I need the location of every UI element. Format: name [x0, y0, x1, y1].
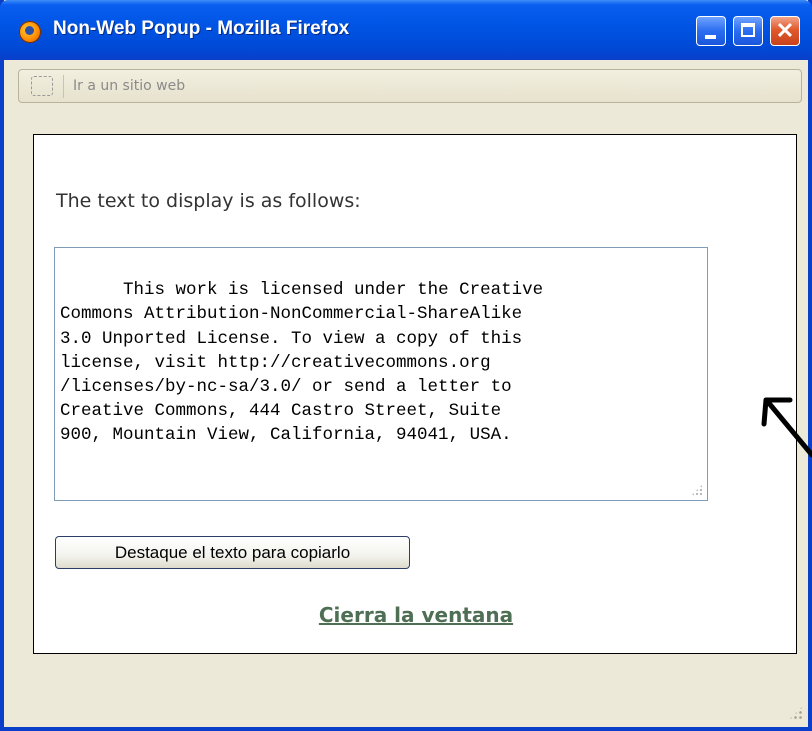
page-icon: [31, 76, 53, 96]
close-icon: ✕: [775, 18, 795, 43]
window-title: Non-Web Popup - Mozilla Firefox: [53, 18, 350, 39]
license-text: This work is licensed under the Creative…: [60, 280, 544, 446]
minimize-icon: [705, 35, 716, 39]
close-link-row: Cierra la ventana: [34, 603, 798, 627]
mouse-pointer-arrow-icon: [761, 397, 812, 458]
license-textarea[interactable]: This work is licensed under the Creative…: [54, 247, 708, 501]
maximize-button[interactable]: [733, 16, 763, 46]
highlight-copy-button[interactable]: Destaque el texto para copiarlo: [55, 536, 410, 569]
window-resize-grip[interactable]: [788, 705, 804, 721]
url-bar[interactable]: Ir a un sitio web: [18, 69, 802, 103]
minimize-button[interactable]: [696, 16, 726, 46]
title-bar[interactable]: Non-Web Popup - Mozilla Firefox ✕: [0, 0, 812, 60]
close-window-link[interactable]: Cierra la ventana: [319, 603, 513, 627]
firefox-icon[interactable]: [19, 21, 41, 43]
textarea-resize-grip[interactable]: [691, 484, 703, 496]
prompt-text: The text to display is as follows:: [56, 190, 361, 212]
close-window-button[interactable]: ✕: [770, 16, 800, 46]
url-bar-divider: [63, 75, 64, 98]
url-placeholder: Ir a un sitio web: [73, 78, 186, 94]
maximize-icon: [741, 23, 755, 37]
popup-window: Non-Web Popup - Mozilla Firefox ✕ Ir a u…: [0, 0, 812, 731]
popup-content: The text to display is as follows: This …: [33, 134, 797, 654]
